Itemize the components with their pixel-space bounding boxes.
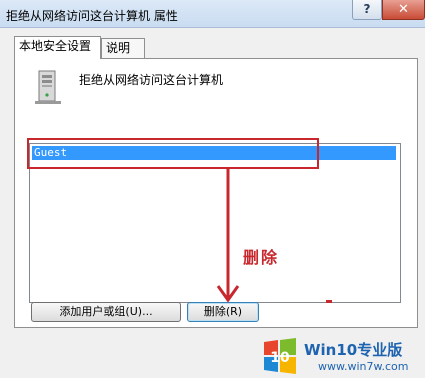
annotation-mark: [326, 300, 332, 303]
arrow-down-icon: [216, 168, 240, 303]
policy-name: 拒绝从网络访问这台计算机: [79, 73, 224, 87]
annotation-label: 删除: [243, 248, 280, 267]
tab-local-security-setting[interactable]: 本地安全设置: [14, 36, 101, 59]
help-button[interactable]: ?: [352, 0, 382, 20]
title-bar: 拒绝从网络访问这台计算机 属性 ? ✕: [0, 0, 425, 28]
logo-text: 10: [270, 350, 290, 366]
add-user-or-group-button[interactable]: 添加用户或组(U)...: [31, 302, 181, 322]
remove-button[interactable]: 删除(R): [187, 302, 259, 322]
watermark-title: Win10专业版: [304, 341, 403, 359]
watermark: 10 Win10专业版 www.win7w.com: [258, 336, 425, 378]
close-button[interactable]: ✕: [382, 0, 425, 20]
watermark-url: www.win7w.com: [318, 360, 409, 373]
server-computer-icon: [35, 70, 61, 104]
tab-explain[interactable]: 说明: [101, 38, 145, 58]
windows-logo-icon: 10: [264, 338, 296, 374]
highlight-annotation-box: [27, 138, 319, 169]
window-title: 拒绝从网络访问这台计算机 属性: [6, 9, 178, 23]
